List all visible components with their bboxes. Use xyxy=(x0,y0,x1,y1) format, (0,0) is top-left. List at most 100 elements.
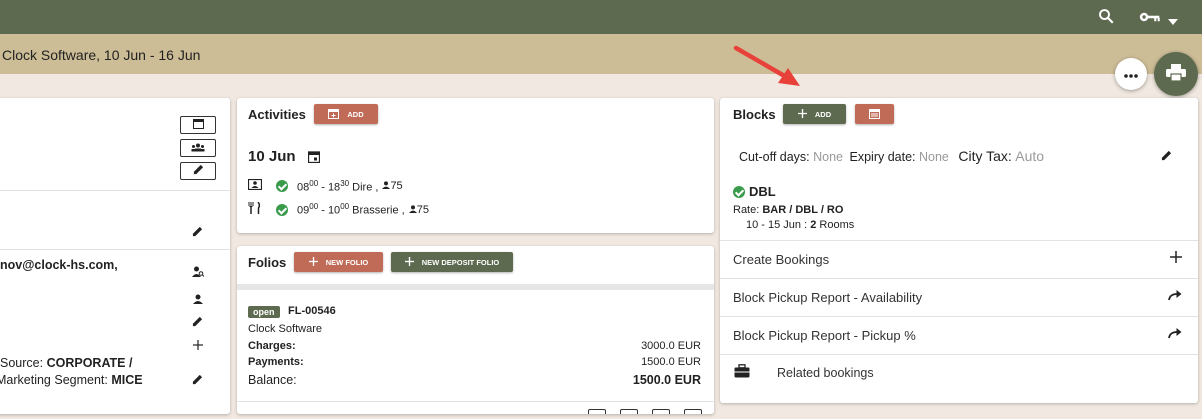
charges-value: 3000.0 EUR xyxy=(641,340,701,352)
add-activity-button[interactable]: ADD xyxy=(314,104,378,124)
rooms-count: 2 xyxy=(810,219,817,231)
create-bookings-item[interactable]: Create Bookings xyxy=(720,240,1198,278)
check-icon xyxy=(733,185,745,198)
activity-count: 75 xyxy=(416,203,429,216)
chevron-down-icon[interactable] xyxy=(1168,14,1178,28)
source-label: Source: xyxy=(0,356,44,370)
divider xyxy=(0,249,230,250)
add-activity-label: ADD xyxy=(347,109,364,119)
block-calendar-button[interactable] xyxy=(855,104,894,124)
pickup-percent-label: Block Pickup Report - Pickup % xyxy=(733,328,916,343)
new-deposit-folio-button[interactable]: NEW DEPOSIT FOLIO xyxy=(391,252,513,272)
folio-action-button[interactable] xyxy=(620,409,638,414)
add-block-label: ADD xyxy=(814,109,832,119)
pickup-availability-label: Block Pickup Report - Availability xyxy=(733,290,923,305)
calendar-icon xyxy=(869,108,880,121)
create-bookings-label: Create Bookings xyxy=(733,252,830,267)
calendar-icon[interactable] xyxy=(307,150,321,166)
activities-title: Activities xyxy=(248,107,306,122)
block-settings-line: Cut-off days: None Expiry date: None Cit… xyxy=(739,148,1044,164)
cutlery-icon xyxy=(248,201,262,217)
new-folio-button[interactable]: NEW FOLIO xyxy=(294,252,383,272)
person-search-icon[interactable] xyxy=(192,266,205,280)
plus-icon xyxy=(404,256,414,268)
new-deposit-folio-label: NEW DEPOSIT FOLIO xyxy=(421,257,500,267)
rate-label: Rate: xyxy=(733,204,760,216)
calendar-icon xyxy=(192,118,204,132)
block-dates: 10 - 15 Jun : 2 Rooms xyxy=(746,219,854,231)
divider xyxy=(0,190,230,191)
folio-company: Clock Software xyxy=(248,323,322,335)
folio-separator xyxy=(237,284,714,290)
search-icon[interactable] xyxy=(1097,7,1115,28)
block-date-range: 10 - 15 Jun : xyxy=(746,219,808,231)
pencil-icon[interactable] xyxy=(192,316,203,330)
page-title: Clock Software, 10 Jun - 16 Jun xyxy=(2,47,201,63)
activity-row[interactable]: 0900 - 1000 Brasserie , 75 xyxy=(248,201,429,217)
print-button[interactable] xyxy=(1154,52,1198,96)
activity-row[interactable]: 0800 - 1830 Dire , 75 xyxy=(247,179,403,194)
folio-action-button[interactable] xyxy=(652,409,670,414)
room-type-label: DBL xyxy=(749,184,776,199)
pencil-icon[interactable] xyxy=(192,374,203,388)
related-bookings-item[interactable]: Related bookings xyxy=(720,354,1198,392)
share-icon xyxy=(1168,289,1182,304)
group-button[interactable] xyxy=(180,139,216,157)
contact-card-icon xyxy=(247,179,263,193)
expiry-value: None xyxy=(919,150,949,164)
charges-label: Charges: xyxy=(248,340,296,352)
key-icon[interactable] xyxy=(1139,8,1161,29)
person-icon xyxy=(408,204,417,216)
booking-info-card: nov@clock-hs.com, Source: CORPORATE / Ma… xyxy=(0,98,230,414)
cutoff-label: Cut-off days: xyxy=(739,150,810,164)
payments-label: Payments: xyxy=(248,356,304,368)
block-rate: Rate: BAR / DBL / RO xyxy=(733,204,843,216)
plus-icon[interactable] xyxy=(193,339,203,353)
divider xyxy=(237,401,714,402)
plus-icon xyxy=(1170,251,1182,266)
pencil-icon[interactable] xyxy=(192,226,203,240)
related-bookings-label: Related bookings xyxy=(777,366,874,380)
balance-label: Balance: xyxy=(248,373,297,387)
source-value: CORPORATE / xyxy=(46,356,133,370)
folio-number[interactable]: FL-00546 xyxy=(288,305,336,317)
activity-time: 0900 - 1000 Brasserie , xyxy=(297,202,405,217)
more-button[interactable] xyxy=(1115,58,1147,90)
pickup-percent-item[interactable]: Block Pickup Report - Pickup % xyxy=(720,316,1198,354)
pencil-icon[interactable] xyxy=(1161,150,1172,164)
folios-title: Folios xyxy=(248,255,287,270)
share-icon xyxy=(1168,327,1182,342)
add-block-button[interactable]: ADD xyxy=(783,104,846,124)
balance-value: 1500.0 EUR xyxy=(632,373,701,387)
group-icon xyxy=(191,141,205,155)
segment-label: Marketing Segment: xyxy=(0,373,108,387)
activities-date: 10 Jun xyxy=(248,148,296,165)
status-badge: open xyxy=(248,306,280,318)
new-folio-label: NEW FOLIO xyxy=(325,257,369,267)
cutoff-value: None xyxy=(813,150,844,164)
pencil-icon xyxy=(193,164,204,178)
segment-line: Marketing Segment: MICE xyxy=(0,373,143,387)
plus-icon xyxy=(797,108,807,120)
edit-dates-button[interactable] xyxy=(180,162,216,180)
folio-action-button[interactable] xyxy=(684,409,702,414)
top-bar xyxy=(0,0,1202,34)
activity-count: 75 xyxy=(390,180,403,193)
folio-action-button[interactable] xyxy=(588,409,606,414)
person-icon xyxy=(382,180,391,192)
person-icon[interactable] xyxy=(193,293,203,307)
block-room-type[interactable]: DBL xyxy=(733,184,776,199)
check-icon xyxy=(276,180,288,193)
calendar-button[interactable] xyxy=(180,116,216,134)
segment-value: MICE xyxy=(111,373,143,387)
rate-value: BAR / DBL / RO xyxy=(762,204,844,216)
source-line: Source: CORPORATE / xyxy=(0,356,132,370)
share-icon[interactable] xyxy=(252,410,264,414)
annotation-arrow-icon xyxy=(733,45,800,86)
calendar-add-icon xyxy=(328,108,340,121)
booking-header: Clock Software, 10 Jun - 16 Jun xyxy=(0,34,1202,74)
pickup-availability-item[interactable]: Block Pickup Report - Availability xyxy=(720,278,1198,316)
activity-time: 0800 - 1830 Dire , xyxy=(297,179,379,194)
blocks-title: Blocks xyxy=(733,107,776,122)
payments-value: 1500.0 EUR xyxy=(641,356,701,368)
